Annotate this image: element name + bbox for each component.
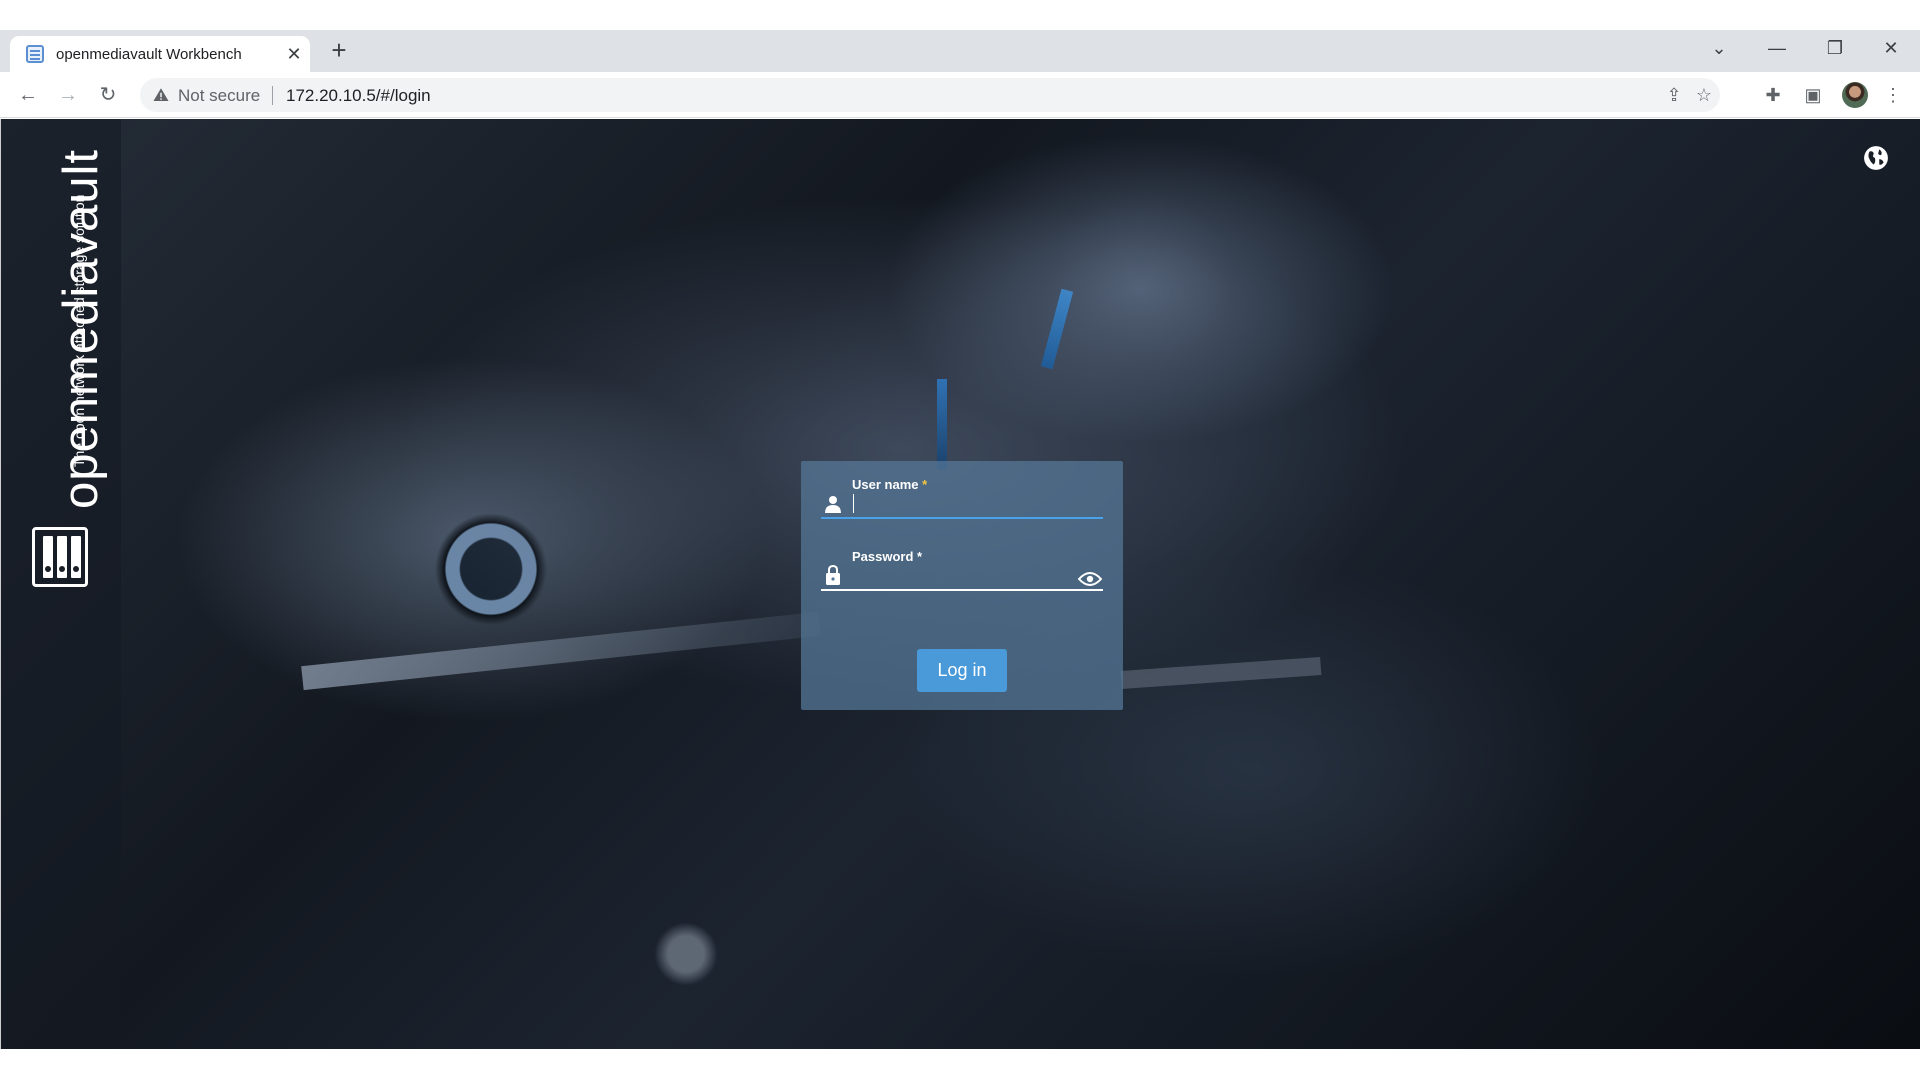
close-window-button[interactable]: ✕	[1868, 30, 1914, 66]
background-detail	[301, 611, 821, 691]
url-text[interactable]: 172.20.10.5/#/login	[286, 86, 431, 106]
address-bar[interactable]: Not secure 172.20.10.5/#/login ⇪ ☆	[140, 78, 1720, 112]
login-button[interactable]: Log in	[917, 649, 1007, 692]
background-detail	[1040, 288, 1074, 370]
brand-sidebar: openmediavault The open network attached…	[1, 119, 121, 1049]
profile-avatar[interactable]	[1842, 82, 1868, 108]
login-card: User name * Password * Log in	[801, 461, 1123, 710]
extensions-icon[interactable]: ✚	[1760, 82, 1786, 108]
background-detail	[937, 379, 947, 469]
security-status[interactable]: Not secure	[178, 86, 260, 106]
tab-close-icon[interactable]: ✕	[282, 42, 306, 66]
text-caret	[853, 494, 854, 513]
top-margin	[0, 0, 1920, 30]
forward-button[interactable]: →	[52, 79, 84, 111]
globe-icon[interactable]	[1863, 145, 1889, 171]
username-label: User name *	[852, 477, 928, 492]
back-button[interactable]: ←	[12, 79, 44, 111]
favicon-icon	[26, 45, 44, 63]
username-field: User name *	[821, 461, 1103, 519]
required-marker: *	[917, 549, 923, 564]
warning-icon[interactable]	[152, 86, 170, 104]
bottom-margin	[0, 1049, 1920, 1080]
password-label: Password *	[852, 549, 923, 564]
bookmark-star-icon[interactable]: ☆	[1692, 83, 1716, 107]
password-field: Password *	[821, 533, 1103, 591]
tab-search-button[interactable]: ⌄	[1696, 30, 1742, 66]
share-icon[interactable]: ⇪	[1662, 83, 1686, 107]
lock-icon	[826, 565, 840, 585]
password-input[interactable]	[852, 563, 1062, 587]
background-detail	[1120, 657, 1322, 689]
username-underline	[821, 517, 1103, 519]
browser-toolbar: ← → ↻ Not secure 172.20.10.5/#/login ⇪ ☆…	[0, 72, 1920, 118]
restore-button[interactable]: ❐	[1812, 30, 1858, 66]
username-input[interactable]	[852, 491, 1062, 515]
omnibox-divider	[272, 86, 273, 105]
user-icon	[825, 496, 841, 513]
required-marker: *	[922, 477, 928, 492]
reload-button[interactable]: ↻	[92, 79, 124, 111]
tab-strip: openmediavault Workbench ✕ + ⌄ — ❐ ✕	[0, 30, 1920, 72]
tab-openmediavault[interactable]: openmediavault Workbench ✕	[10, 36, 310, 72]
browser-menu-icon[interactable]: ⋮	[1880, 82, 1906, 108]
tab-title: openmediavault Workbench	[56, 46, 242, 63]
eye-icon[interactable]	[1078, 571, 1102, 587]
new-tab-button[interactable]: +	[324, 36, 354, 66]
minimize-button[interactable]: —	[1754, 30, 1800, 66]
login-page: openmediavault The open network attached…	[0, 119, 1920, 1049]
brand-tagline: The open network attached storage soluti…	[71, 194, 87, 467]
password-underline	[821, 589, 1103, 591]
side-panel-icon[interactable]: ▣	[1800, 82, 1826, 108]
openmediavault-logo-icon	[32, 527, 88, 587]
